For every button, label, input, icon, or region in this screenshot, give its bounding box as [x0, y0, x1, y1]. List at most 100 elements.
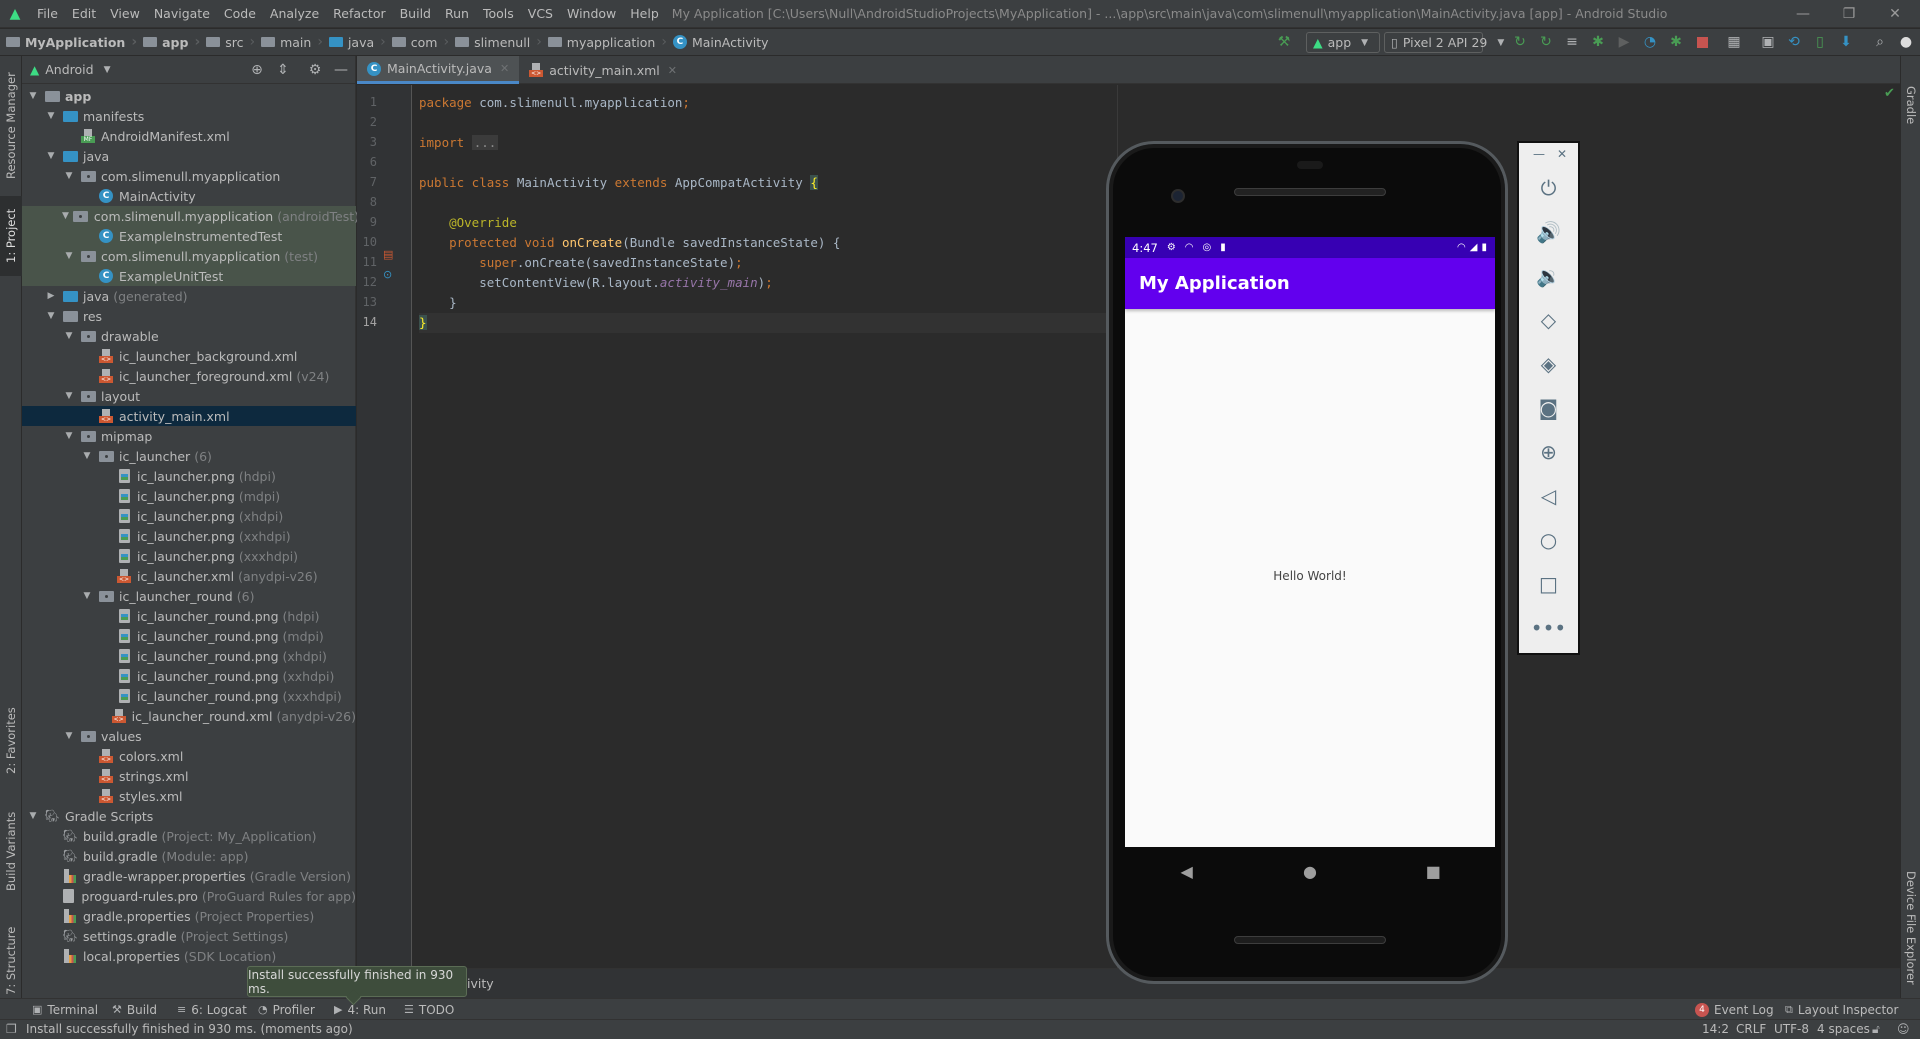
- tree-item[interactable]: ▼ com.slimenull.myapplication: [22, 166, 356, 186]
- menu-edit[interactable]: Edit: [65, 0, 103, 28]
- gradle-sync-icon[interactable]: ⟲: [1784, 32, 1804, 52]
- editor-breadcrumb-item[interactable]: ivity: [467, 976, 494, 991]
- tree-item[interactable]: ▼ drawable: [22, 326, 356, 346]
- tab-project[interactable]: 1: Project: [0, 196, 22, 276]
- debug-icon[interactable]: ✱: [1588, 32, 1608, 52]
- apply-code-changes-icon[interactable]: ↻: [1536, 32, 1556, 52]
- tree-item[interactable]: ic_launcher.xml(anydpi-v26): [22, 566, 356, 586]
- home-icon[interactable]: ○: [1519, 525, 1578, 555]
- tree-item[interactable]: ic_launcher_round.png (xhdpi): [22, 646, 356, 666]
- expand-toggle-icon[interactable]: ▼: [62, 391, 76, 401]
- tool-layout-inspector[interactable]: ⧉ Layout Inspector: [1785, 999, 1898, 1020]
- menu-window[interactable]: Window: [560, 0, 623, 28]
- lock-icon[interactable]: 🔓︎: [1872, 1022, 1880, 1037]
- rotate-right-icon[interactable]: ◈: [1519, 349, 1578, 379]
- attach-debugger-icon[interactable]: ▶: [1614, 32, 1634, 52]
- tree-item[interactable]: ▼ app: [22, 86, 356, 106]
- profile-icon[interactable]: ◔: [1640, 32, 1660, 52]
- gear-icon[interactable]: ⚙: [305, 60, 325, 80]
- minimize-icon[interactable]: —: [1533, 147, 1545, 161]
- menu-analyze[interactable]: Analyze: [263, 0, 326, 28]
- device-select[interactable]: ▯ Pixel 2 API 29 ▼: [1384, 32, 1504, 53]
- tree-item[interactable]: 🐘︎ build.gradle (Module: app): [22, 846, 356, 866]
- status-message[interactable]: Install successfully finished in 930 ms.…: [26, 1022, 353, 1036]
- expand-toggle-icon[interactable]: ▼: [62, 731, 76, 741]
- expand-toggle-icon[interactable]: ▼: [26, 811, 40, 821]
- avd-manager-icon[interactable]: ▣: [1758, 32, 1778, 52]
- code-line[interactable]: }: [419, 293, 457, 313]
- tool-todo[interactable]: ☰ TODO: [404, 999, 454, 1020]
- menu-refactor[interactable]: Refactor: [326, 0, 392, 28]
- tree-item[interactable]: ic_launcher_round.png (mdpi): [22, 626, 356, 646]
- expand-toggle-icon[interactable]: ▼: [62, 211, 69, 221]
- tree-item[interactable]: ▶ java (generated): [22, 286, 356, 306]
- stop-icon[interactable]: [1692, 32, 1712, 52]
- tree-item[interactable]: strings.xml: [22, 766, 356, 786]
- code-line[interactable]: import ...: [419, 133, 499, 153]
- tool-event-log[interactable]: 4 Event Log: [1695, 999, 1774, 1020]
- tab-structure[interactable]: 7: Structure: [0, 911, 22, 1011]
- tree-item[interactable]: ▼ 🐘︎ Gradle Scripts: [22, 806, 356, 826]
- related-layout-gutter-icon[interactable]: ▤: [383, 248, 393, 261]
- close-tab-icon[interactable]: ✕: [668, 64, 677, 77]
- hammer-icon[interactable]: ⚒: [1274, 32, 1294, 52]
- rotate-left-icon[interactable]: ◇: [1519, 305, 1578, 335]
- notification-balloon[interactable]: Install successfully finished in 930 ms.: [247, 966, 467, 997]
- tool-logcat[interactable]: ≡ 6: Logcat: [177, 999, 247, 1020]
- tab-mainactivity-java[interactable]: C MainActivity.java ✕: [357, 56, 520, 84]
- tab-gradle[interactable]: Gradle: [1901, 86, 1920, 156]
- tab-activity-main-xml[interactable]: activity_main.xml ✕: [519, 56, 687, 84]
- tab-device-file-explorer[interactable]: Device File Explorer: [1901, 871, 1920, 1011]
- code-line[interactable]: setContentView(R.layout.activity_main);: [419, 273, 773, 293]
- tree-item[interactable]: gradle-wrapper.properties (Gradle Version…: [22, 866, 356, 886]
- menu-code[interactable]: Code: [217, 0, 263, 28]
- close-icon[interactable]: ✕: [1557, 147, 1567, 161]
- tree-item[interactable]: AndroidManifest.xml: [22, 126, 356, 146]
- tool-profiler[interactable]: ◔ Profiler: [258, 999, 315, 1020]
- menu-tools[interactable]: Tools: [476, 0, 521, 28]
- tree-item[interactable]: styles.xml: [22, 786, 356, 806]
- tool-build[interactable]: ⚒ Build: [112, 999, 157, 1020]
- tree-item[interactable]: ic_launcher.png (xhdpi): [22, 506, 356, 526]
- minimize-button[interactable]: —: [1780, 0, 1826, 28]
- tree-item[interactable]: C ExampleInstrumentedTest: [22, 226, 356, 246]
- tree-item[interactable]: local.properties (SDK Location): [22, 946, 356, 966]
- tree-item[interactable]: ▼ ic_launcher (6): [22, 446, 356, 466]
- menu-vcs[interactable]: VCS: [521, 0, 560, 28]
- screenshot-icon[interactable]: ◙: [1519, 393, 1578, 423]
- locate-icon[interactable]: ⊕: [247, 60, 267, 80]
- tree-item[interactable]: C ExampleUnitTest: [22, 266, 356, 286]
- inspection-ok-icon[interactable]: ✔: [1884, 86, 1895, 101]
- tree-item[interactable]: ic_launcher_round.png (hdpi): [22, 606, 356, 626]
- close-tab-icon[interactable]: ✕: [500, 62, 509, 75]
- apply-changes-icon[interactable]: ↻: [1510, 32, 1530, 52]
- home-nav-icon[interactable]: ●: [1290, 862, 1330, 881]
- collapse-toggle-icon[interactable]: ▶: [44, 291, 58, 301]
- attach-debug-process-icon[interactable]: ✱: [1666, 32, 1686, 52]
- tree-item[interactable]: ▼ com.slimenull.myapplication (test): [22, 246, 356, 266]
- close-button[interactable]: ✕: [1872, 0, 1918, 28]
- recents-nav-icon[interactable]: ■: [1413, 862, 1453, 881]
- expand-toggle-icon[interactable]: ▼: [44, 311, 58, 321]
- tree-item[interactable]: ▼ com.slimenull.myapplication (androidTest…: [22, 206, 359, 226]
- back-icon[interactable]: ◁: [1519, 481, 1578, 511]
- indent-setting[interactable]: 4 spaces: [1817, 1022, 1870, 1036]
- breadcrumb-src[interactable]: src ›: [200, 29, 255, 56]
- user-icon[interactable]: ●: [1896, 32, 1916, 52]
- tree-item[interactable]: 🐘︎ settings.gradle (Project Settings): [22, 926, 356, 946]
- breadcrumb-myapplication[interactable]: myapplication ›: [542, 29, 667, 56]
- project-view-select[interactable]: ▲ Android ▼: [22, 62, 110, 77]
- project-structure-icon[interactable]: ▦: [1724, 32, 1744, 52]
- run-config-select[interactable]: ▲ app ▼: [1306, 32, 1380, 53]
- menu-navigate[interactable]: Navigate: [147, 0, 217, 28]
- expand-toggle-icon[interactable]: ▼: [26, 91, 40, 101]
- tree-item[interactable]: ic_launcher.png (xxhdpi): [22, 526, 356, 546]
- collapse-all-icon[interactable]: ⇕: [273, 60, 293, 80]
- tree-item[interactable]: ▼ mipmap: [22, 426, 356, 446]
- tab-build-variants[interactable]: Build Variants: [0, 801, 22, 901]
- tree-item[interactable]: ▼ layout: [22, 386, 356, 406]
- hide-icon[interactable]: —: [331, 60, 351, 80]
- code-line[interactable]: protected void onCreate(Bundle savedInst…: [419, 233, 840, 253]
- back-nav-icon[interactable]: ◀: [1167, 862, 1207, 881]
- device-manager-icon[interactable]: ▯: [1810, 32, 1830, 52]
